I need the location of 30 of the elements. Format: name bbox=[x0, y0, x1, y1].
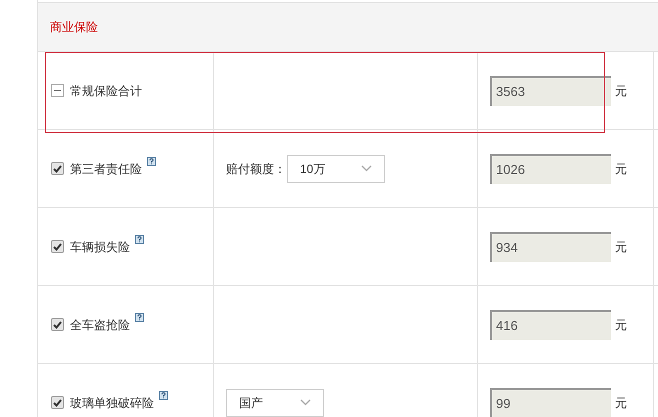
premium-field[interactable]: 416 bbox=[490, 310, 611, 340]
dropdown[interactable]: 10万 bbox=[287, 154, 385, 182]
insurance-name: 常规保险合计 bbox=[70, 82, 142, 100]
insurance-name: 车辆损失险 bbox=[70, 238, 130, 256]
checkbox[interactable] bbox=[51, 396, 64, 409]
help-icon[interactable] bbox=[159, 390, 168, 400]
insurance-name: 玻璃单独破碎险 bbox=[70, 394, 154, 412]
premium-field[interactable]: 1026 bbox=[490, 154, 611, 184]
checkbox[interactable] bbox=[51, 318, 64, 331]
unit-label: 元 bbox=[615, 238, 627, 256]
insurance-name: 全车盗抢险 bbox=[70, 316, 130, 334]
help-icon[interactable] bbox=[135, 312, 144, 322]
unit-label: 元 bbox=[615, 394, 627, 412]
help-icon[interactable] bbox=[135, 234, 144, 244]
help-icon[interactable] bbox=[147, 156, 156, 166]
unit-label: 元 bbox=[615, 82, 627, 100]
chevron-down-icon bbox=[300, 399, 311, 406]
checkbox[interactable] bbox=[51, 240, 64, 253]
collapse-icon[interactable] bbox=[51, 84, 64, 97]
insurance-name: 第三者责任险 bbox=[70, 160, 142, 178]
unit-label: 元 bbox=[615, 160, 627, 178]
option-label: 赔付额度： bbox=[226, 160, 286, 178]
checkbox[interactable] bbox=[51, 162, 64, 175]
premium-field[interactable]: 99 bbox=[490, 388, 611, 417]
unit-label: 元 bbox=[615, 316, 627, 334]
premium-field[interactable]: 934 bbox=[490, 232, 611, 262]
section-title: 商业保险 bbox=[50, 19, 98, 36]
premium-field[interactable]: 3563 bbox=[490, 76, 611, 106]
dropdown[interactable]: 国产 bbox=[226, 388, 324, 416]
chevron-down-icon bbox=[361, 165, 372, 172]
